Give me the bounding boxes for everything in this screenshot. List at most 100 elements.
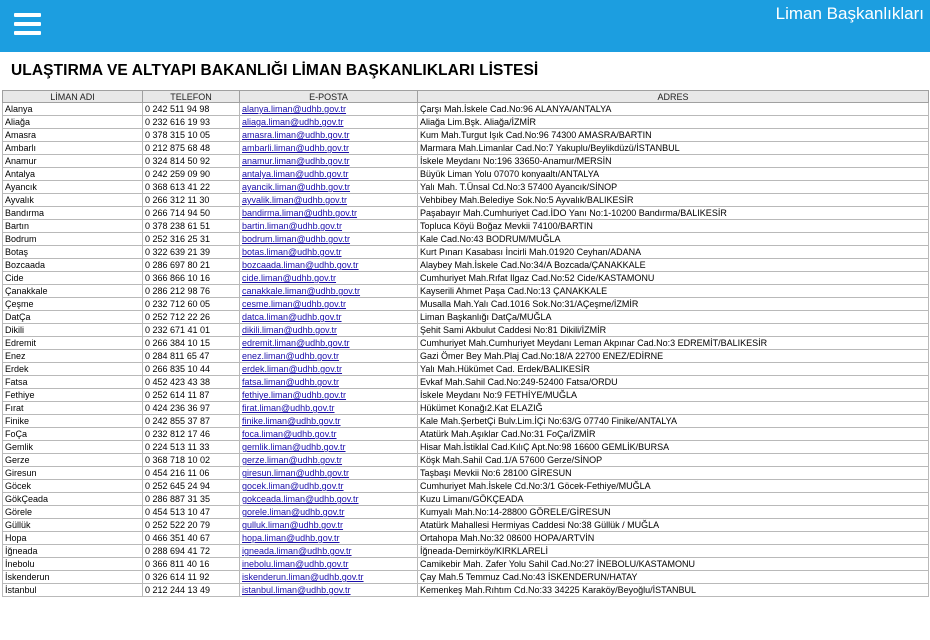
harbor-name-cell: İskenderun <box>2 570 143 584</box>
table-row: İskenderun 0 326 614 11 92 iskenderun.lima… <box>2 570 929 584</box>
email-link[interactable]: foca.liman@udhb.gov.tr <box>242 429 337 439</box>
email-link[interactable]: bodrum.liman@udhb.gov.tr <box>242 234 350 244</box>
address-cell: Atatürk Mahallesi Hermiyas Caddesi No:38… <box>417 518 929 532</box>
email-link[interactable]: istanbul.liman@udhb.gov.tr <box>242 585 351 595</box>
address-cell: İğneada-Demirköy/KIRKLARELİ <box>417 544 929 558</box>
email-cell: giresun.liman@udhb.gov.tr <box>239 466 418 480</box>
email-link[interactable]: fatsa.liman@udhb.gov.tr <box>242 377 339 387</box>
email-link[interactable]: igneada.liman@udhb.gov.tr <box>242 546 352 556</box>
phone-cell: 0 286 697 80 21 <box>142 258 240 272</box>
email-link[interactable]: erdek.liman@udhb.gov.tr <box>242 364 342 374</box>
email-link[interactable]: gerze.liman@udhb.gov.tr <box>242 455 342 465</box>
column-header-email: E-POSTA <box>239 90 418 103</box>
email-link[interactable]: hopa.liman@udhb.gov.tr <box>242 533 340 543</box>
phone-cell: 0 368 718 10 02 <box>142 453 240 467</box>
table-row: GökÇeada 0 286 887 31 35 gokceada.liman@ud… <box>2 492 929 506</box>
email-link[interactable]: inebolu.liman@udhb.gov.tr <box>242 559 349 569</box>
email-cell: iskenderun.liman@udhb.gov.tr <box>239 570 418 584</box>
table-row: Dikili 0 232 671 41 01 dikili.liman@udhb.g… <box>2 323 929 337</box>
email-link[interactable]: edremit.liman@udhb.gov.tr <box>242 338 350 348</box>
table-row: Ayvalık 0 266 312 11 30 ayvalik.liman@udhb… <box>2 193 929 207</box>
email-link[interactable]: ambarli.liman@udhb.gov.tr <box>242 143 349 153</box>
phone-cell: 0 378 238 61 51 <box>142 219 240 233</box>
table-row: Fatsa 0 452 423 43 38 fatsa.liman@udhb.gov… <box>2 375 929 389</box>
email-link[interactable]: ayvalik.liman@udhb.gov.tr <box>242 195 347 205</box>
harbor-name-cell: Fatsa <box>2 375 143 389</box>
email-cell: erdek.liman@udhb.gov.tr <box>239 362 418 376</box>
email-link[interactable]: gemlik.liman@udhb.gov.tr <box>242 442 346 452</box>
email-link[interactable]: ayancik.liman@udhb.gov.tr <box>242 182 350 192</box>
harbor-name-cell: Aliağa <box>2 115 143 129</box>
table-row: Aliağa 0 232 616 19 93 aliaga.liman@udhb.g… <box>2 115 929 129</box>
email-cell: foca.liman@udhb.gov.tr <box>239 427 418 441</box>
harbor-name-cell: Bandırma <box>2 206 143 220</box>
email-cell: gorele.liman@udhb.gov.tr <box>239 505 418 519</box>
phone-cell: 0 366 866 10 16 <box>142 271 240 285</box>
email-link[interactable]: dikili.liman@udhb.gov.tr <box>242 325 337 335</box>
email-link[interactable]: firat.liman@udhb.gov.tr <box>242 403 335 413</box>
hamburger-menu-icon[interactable] <box>14 13 41 35</box>
table-row: DatÇa 0 252 712 22 26 datca.liman@udhb.gov… <box>2 310 929 324</box>
email-link[interactable]: bozcaada.liman@udhb.gov.tr <box>242 260 359 270</box>
address-cell: Hisar Mah.İstiklal Cad.KılıÇ Apt.No:98 1… <box>417 440 929 454</box>
address-cell: Topluca Köyü Boğaz Mevkii 74100/BARTIN <box>417 219 929 233</box>
email-link[interactable]: canakkale.liman@udhb.gov.tr <box>242 286 360 296</box>
address-cell: Kale Mah.ŞerbetÇi Bulv.Lim.İÇi No:63/G 0… <box>417 414 929 428</box>
table-row: Ambarlı 0 212 875 68 48 ambarli.liman@udhb… <box>2 141 929 155</box>
email-link[interactable]: botas.liman@udhb.gov.tr <box>242 247 342 257</box>
phone-cell: 0 252 712 22 26 <box>142 310 240 324</box>
email-cell: gocek.liman@udhb.gov.tr <box>239 479 418 493</box>
harbor-name-cell: Bozcaada <box>2 258 143 272</box>
email-cell: gokceada.liman@udhb.gov.tr <box>239 492 418 506</box>
harbor-list-table-container[interactable]: LİMAN ADI TELEFON E-POSTA ADRES Alanya 0 … <box>2 90 930 640</box>
email-link[interactable]: bandirma.liman@udhb.gov.tr <box>242 208 357 218</box>
email-cell: ayancik.liman@udhb.gov.tr <box>239 180 418 194</box>
harbor-name-cell: Dikili <box>2 323 143 337</box>
harbor-name-cell: Botaş <box>2 245 143 259</box>
harbor-name-cell: Göcek <box>2 479 143 493</box>
email-link[interactable]: antalya.liman@udhb.gov.tr <box>242 169 349 179</box>
email-link[interactable]: giresun.liman@udhb.gov.tr <box>242 468 349 478</box>
address-cell: Kayserili Ahmet Paşa Cad.No:13 ÇANAKKALE <box>417 284 929 298</box>
phone-cell: 0 366 811 40 16 <box>142 557 240 571</box>
email-link[interactable]: fethiye.liman@udhb.gov.tr <box>242 390 346 400</box>
email-link[interactable]: finike.liman@udhb.gov.tr <box>242 416 341 426</box>
harbor-name-cell: Antalya <box>2 167 143 181</box>
table-row: Görele 0 454 513 10 47 gorele.liman@udhb.g… <box>2 505 929 519</box>
email-link[interactable]: cide.liman@udhb.gov.tr <box>242 273 336 283</box>
email-link[interactable]: enez.liman@udhb.gov.tr <box>242 351 339 361</box>
email-cell: bartin.liman@udhb.gov.tr <box>239 219 418 233</box>
address-cell: Hükümet Konağı2.Kat ELAZIĞ <box>417 401 929 415</box>
email-cell: botas.liman@udhb.gov.tr <box>239 245 418 259</box>
email-link[interactable]: amasra.liman@udhb.gov.tr <box>242 130 350 140</box>
email-cell: gerze.liman@udhb.gov.tr <box>239 453 418 467</box>
address-cell: Cumhuriyet Mah.İskele Cd.No:3/1 Göcek-Fe… <box>417 479 929 493</box>
email-link[interactable]: alanya.liman@udhb.gov.tr <box>242 104 346 114</box>
top-bar: Liman Başkanlıkları <box>0 0 930 52</box>
email-link[interactable]: anamur.liman@udhb.gov.tr <box>242 156 350 166</box>
table-row: Bandırma 0 266 714 94 50 bandirma.liman@ud… <box>2 206 929 220</box>
harbor-name-cell: Edremit <box>2 336 143 350</box>
phone-cell: 0 232 671 41 01 <box>142 323 240 337</box>
email-cell: gulluk.liman@udhb.gov.tr <box>239 518 418 532</box>
address-cell: İskele Meydanı No:9 FETHİYE/MUĞLA <box>417 388 929 402</box>
harbor-name-cell: Fethiye <box>2 388 143 402</box>
harbor-list-table: LİMAN ADI TELEFON E-POSTA ADRES Alanya 0 … <box>2 90 929 597</box>
harbor-name-cell: Çanakkale <box>2 284 143 298</box>
email-link[interactable]: gocek.liman@udhb.gov.tr <box>242 481 344 491</box>
table-row: İnebolu 0 366 811 40 16 inebolu.liman@udhb… <box>2 557 929 571</box>
email-cell: igneada.liman@udhb.gov.tr <box>239 544 418 558</box>
address-cell: Kurt Pınarı Kasabası İncirli Mah.01920 C… <box>417 245 929 259</box>
email-link[interactable]: cesme.liman@udhb.gov.tr <box>242 299 346 309</box>
email-link[interactable]: gorele.liman@udhb.gov.tr <box>242 507 345 517</box>
email-link[interactable]: aliaga.liman@udhb.gov.tr <box>242 117 344 127</box>
email-link[interactable]: gulluk.liman@udhb.gov.tr <box>242 520 343 530</box>
table-row: Cide 0 366 866 10 16 cide.liman@udhb.gov.t… <box>2 271 929 285</box>
email-link[interactable]: iskenderun.liman@udhb.gov.tr <box>242 572 364 582</box>
email-link[interactable]: bartin.liman@udhb.gov.tr <box>242 221 342 231</box>
email-link[interactable]: gokceada.liman@udhb.gov.tr <box>242 494 359 504</box>
column-header-address: ADRES <box>417 90 929 103</box>
email-link[interactable]: datca.liman@udhb.gov.tr <box>242 312 342 322</box>
address-cell: Liman Başkanlığı DatÇa/MUĞLA <box>417 310 929 324</box>
address-cell: Büyük Liman Yolu 07070 konyaaltı/ANTALYA <box>417 167 929 181</box>
